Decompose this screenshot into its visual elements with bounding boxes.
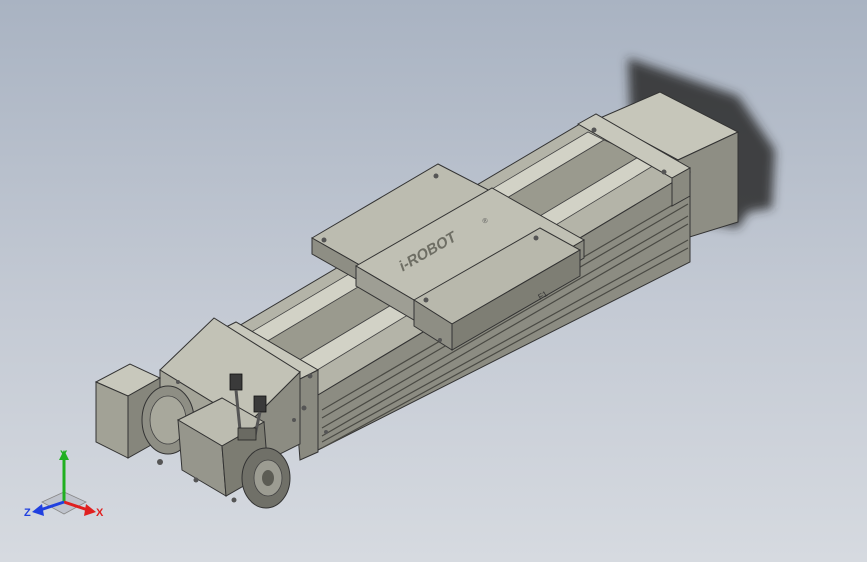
coordinate-triad[interactable]: Y X Z: [22, 446, 108, 526]
z-axis-label: Z: [24, 507, 31, 519]
y-axis-label: Y: [60, 449, 68, 461]
linear-module-model[interactable]: i-ROBOT ® F1: [0, 0, 867, 562]
x-axis-arrowhead: [84, 504, 96, 516]
z-axis-arrowhead: [32, 504, 44, 516]
x-axis-label: X: [96, 507, 104, 519]
cad-viewport[interactable]: i-ROBOT ® F1 Y X Z: [0, 0, 867, 562]
